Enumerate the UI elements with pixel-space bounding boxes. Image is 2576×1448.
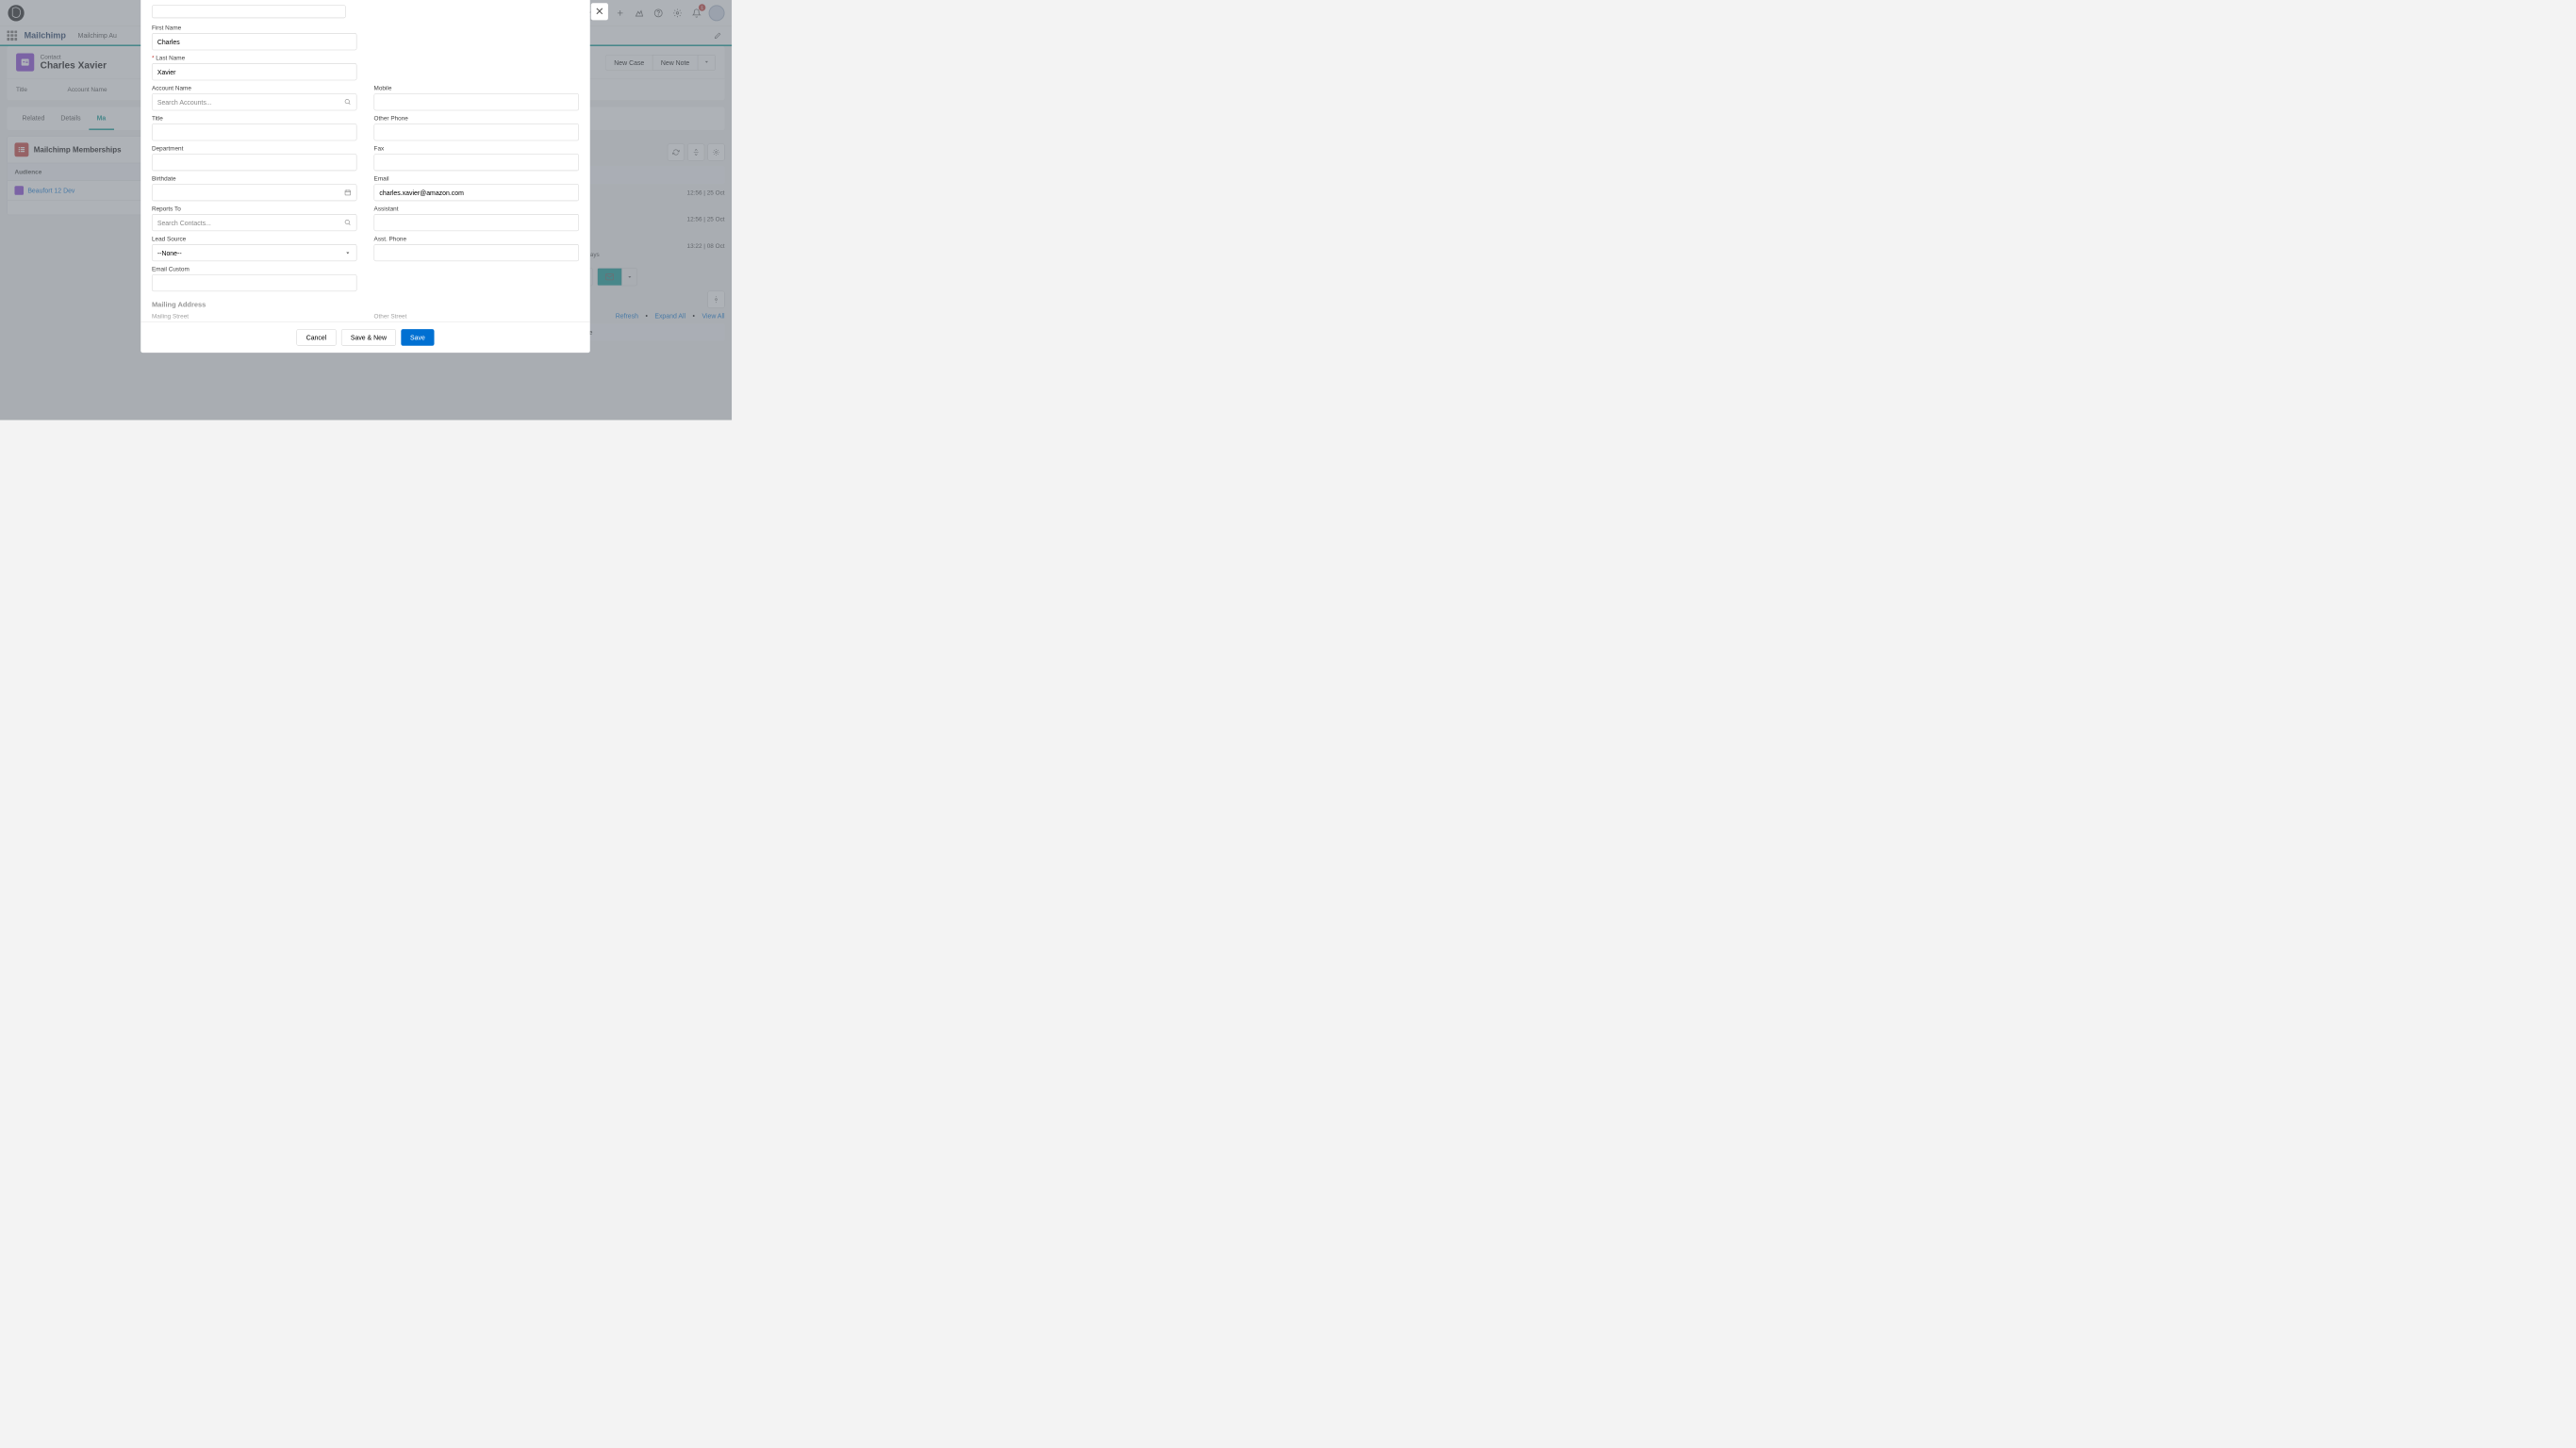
mobile-input[interactable] [374,93,579,110]
close-icon[interactable]: ✕ [591,3,608,20]
save-button[interactable]: Save [401,329,434,346]
email-custom-label: Email Custom [152,265,356,272]
department-label: Department [152,145,356,152]
title-input[interactable] [152,123,356,140]
email-label: Email [374,174,579,181]
department-input[interactable] [152,154,356,171]
search-icon [344,219,351,225]
account-name-label: Account Name [152,85,356,91]
birthdate-input[interactable] [152,184,356,201]
asst-phone-input[interactable] [374,244,579,261]
mobile-label: Mobile [374,85,579,91]
last-name-label: Last Name [152,55,356,61]
account-name-lookup[interactable]: Search Accounts... [152,93,356,110]
asst-phone-label: Asst. Phone [374,235,579,241]
assistant-label: Assistant [374,205,579,211]
first-name-label: First Name [152,25,356,31]
search-icon [344,98,351,105]
assistant-input[interactable] [374,214,579,231]
other-street-label: Other Street [374,313,579,320]
save-new-button[interactable]: Save & New [341,329,396,346]
other-phone-label: Other Phone [374,115,579,122]
last-name-input[interactable] [152,63,356,80]
mailing-address-section: Mailing Address [152,301,579,309]
calendar-icon [344,189,351,195]
email-input[interactable] [374,184,579,201]
birthdate-label: Birthdate [152,174,356,181]
lead-source-select[interactable]: --None-- [152,244,356,261]
lead-source-label: Lead Source [152,235,356,241]
first-name-input[interactable] [152,33,356,50]
other-phone-input[interactable] [374,123,579,140]
fax-label: Fax [374,145,579,152]
fax-input[interactable] [374,154,579,171]
cancel-button[interactable]: Cancel [297,329,337,346]
chevron-down-icon [344,249,351,255]
reports-to-label: Reports To [152,205,356,211]
title-label: Title [152,115,356,122]
reports-to-lookup[interactable]: Search Contacts... [152,214,356,231]
mailing-street-label: Mailing Street [152,313,356,320]
email-custom-input[interactable] [152,274,356,291]
